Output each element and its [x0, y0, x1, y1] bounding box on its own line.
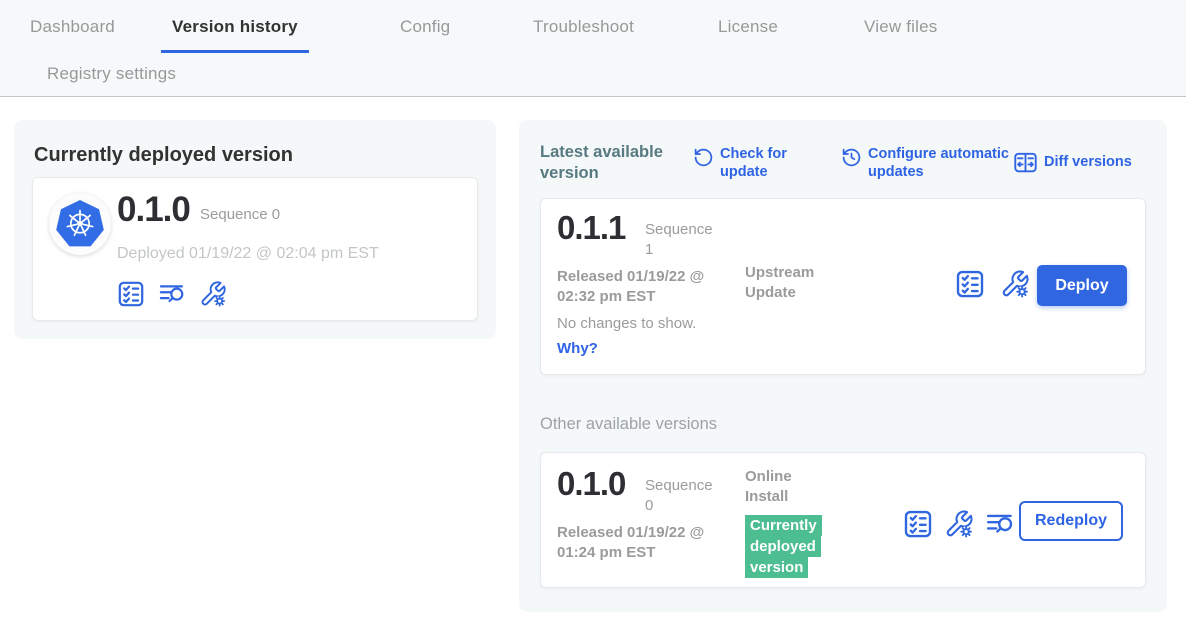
refresh-icon [693, 147, 714, 168]
why-link[interactable]: Why? [557, 340, 598, 357]
configure-automatic-updates-label: Configure automatic updates [868, 146, 1013, 181]
other-version-number: 0.1.0 [557, 465, 625, 503]
other-sequence-label: Sequence 0 [645, 476, 723, 516]
kubernetes-logo-icon [54, 198, 106, 250]
top-nav: Dashboard Version history Config Trouble… [0, 0, 1186, 97]
deployed-version-card: 0.1.0 Sequence 0 Deployed 01/19/22 @ 02:… [32, 177, 478, 321]
latest-available-title: Latest available version [540, 142, 685, 183]
check-for-update-link[interactable]: Check for update [693, 146, 805, 181]
config-wrench-icon[interactable] [199, 280, 227, 308]
config-wrench-icon[interactable] [944, 509, 974, 539]
preflight-checklist-icon[interactable] [955, 269, 985, 299]
other-version-card: 0.1.0 Sequence 0 Released 01/19/22 @ 01:… [540, 452, 1146, 588]
configure-automatic-updates-link[interactable]: Configure automatic updates [841, 146, 1013, 181]
latest-version-number: 0.1.1 [557, 209, 625, 247]
tab-version-history[interactable]: Version history [161, 17, 309, 53]
deploy-button[interactable]: Deploy [1037, 265, 1127, 306]
redeploy-button[interactable]: Redeploy [1019, 501, 1123, 541]
deployed-card-actions [117, 280, 227, 308]
other-source-label: Online Install [745, 467, 817, 507]
release-notes-search-icon[interactable] [158, 280, 186, 308]
check-for-update-label: Check for update [720, 146, 805, 181]
tab-dashboard[interactable]: Dashboard [30, 17, 115, 37]
latest-card-actions [955, 269, 1030, 299]
diff-columns-icon [1013, 150, 1038, 175]
tab-view-files[interactable]: View files [864, 17, 938, 37]
config-wrench-icon[interactable] [1000, 269, 1030, 299]
currently-deployed-panel: Currently deployed version 0.1.0 Sequenc… [14, 120, 496, 339]
other-card-actions [903, 509, 1015, 539]
preflight-checklist-icon[interactable] [117, 280, 145, 308]
deployed-timestamp: Deployed 01/19/22 @ 02:04 pm EST [117, 245, 379, 263]
deployed-panel-title: Currently deployed version [34, 144, 293, 167]
latest-version-card: 0.1.1 Sequence 1 Released 01/19/22 @ 02:… [540, 198, 1146, 375]
latest-released-timestamp: Released 01/19/22 @ 02:32 pm EST [557, 267, 745, 307]
preflight-checklist-icon[interactable] [903, 509, 933, 539]
diff-versions-link[interactable]: Diff versions [1013, 150, 1132, 175]
latest-source-label: Upstream Update [745, 263, 845, 303]
other-available-versions-title: Other available versions [540, 415, 717, 434]
other-released-timestamp: Released 01/19/22 @ 01:24 pm EST [557, 523, 745, 563]
tab-registry-settings[interactable]: Registry settings [47, 64, 176, 84]
no-changes-note: No changes to show. [557, 315, 696, 332]
latest-sequence-label: Sequence 1 [645, 220, 723, 260]
currently-deployed-badge-wrap: Currently deployed version [745, 515, 829, 578]
tab-troubleshoot[interactable]: Troubleshoot [533, 17, 634, 37]
tab-license[interactable]: License [718, 17, 778, 37]
app-logo [49, 193, 111, 255]
deployed-version-number: 0.1.0 [117, 190, 190, 230]
release-notes-search-icon[interactable] [985, 509, 1015, 539]
deployed-sequence-label: Sequence 0 [200, 205, 280, 225]
available-versions-panel: Latest available version Check for updat… [519, 120, 1167, 612]
tab-config[interactable]: Config [400, 17, 450, 37]
currently-deployed-badge: Currently deployed version [745, 515, 822, 578]
diff-versions-label: Diff versions [1044, 154, 1132, 172]
auto-update-clock-icon [841, 147, 862, 168]
